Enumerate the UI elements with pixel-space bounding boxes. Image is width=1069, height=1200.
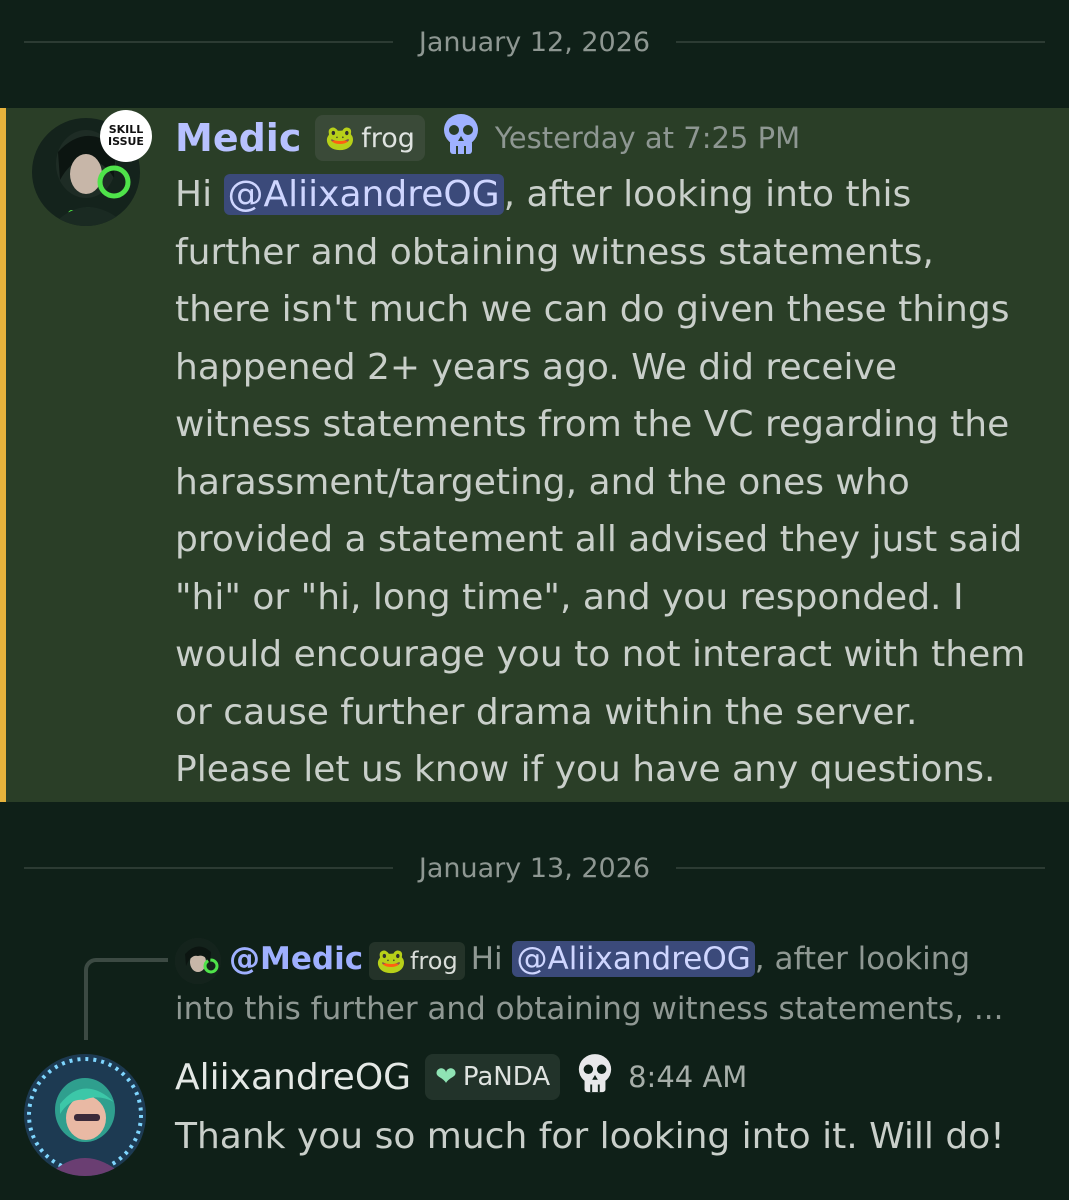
server-tag[interactable]: ❤ PaNDA bbox=[425, 1054, 561, 1100]
reply-avatar bbox=[175, 937, 221, 984]
reply-server-tag: 🐸 frog bbox=[369, 941, 465, 980]
heart-icon: ❤ bbox=[435, 1062, 457, 1092]
author-name[interactable]: Medic bbox=[175, 116, 301, 160]
message-header: AliixandreOG ❤ PaNDA 8:44 AM bbox=[175, 1050, 747, 1104]
frog-icon: 🐸 bbox=[376, 946, 406, 975]
message-line: harassment/targeting, and the ones who bbox=[175, 461, 910, 503]
reply-line: into this further and obtaining witness … bbox=[175, 991, 1004, 1027]
message-line: provided a statement all advised they ju… bbox=[175, 519, 1023, 560]
message-line: Hi @AliixandreOG, after looking into thi… bbox=[175, 174, 912, 215]
message-header: Medic 🐸 frog Yesterday at 7:25 PM bbox=[175, 110, 800, 166]
user-mention[interactable]: @AliixandreOG bbox=[223, 174, 504, 215]
reply-author[interactable]: @Medic bbox=[229, 941, 363, 977]
message-line: happened 2+ years ago. We did receive bbox=[175, 346, 897, 388]
server-tag-label: PaNDA bbox=[462, 1062, 551, 1092]
skill-issue-badge-label: SKILL ISSUE bbox=[108, 123, 144, 148]
mention-highlight-bar bbox=[0, 108, 6, 802]
message-line: witness statements from the VC regarding… bbox=[175, 404, 1010, 445]
message-content: Thank you so much for looking into it. W… bbox=[175, 1116, 1005, 1157]
message-line: or cause further drama within the server… bbox=[175, 691, 918, 733]
message-timestamp: 8:44 AM bbox=[628, 1060, 748, 1094]
message-line: Please let us know if you have any quest… bbox=[175, 749, 996, 790]
date-divider: January 12, 2026 bbox=[24, 22, 1045, 62]
date-label: January 13, 2026 bbox=[418, 852, 651, 884]
reply-user-mention[interactable]: @AliixandreOG bbox=[512, 941, 755, 977]
server-tag[interactable]: 🐸 frog bbox=[315, 115, 425, 161]
frog-icon: 🐸 bbox=[325, 124, 356, 152]
date-divider: January 13, 2026 bbox=[24, 848, 1045, 888]
message-timestamp: Yesterday at 7:25 PM bbox=[494, 121, 801, 155]
aliixandre-avatar-image bbox=[24, 1054, 146, 1176]
message-line: there isn't much we can do given these t… bbox=[175, 289, 1010, 330]
date-label: January 12, 2026 bbox=[418, 26, 651, 58]
aliixandre-avatar[interactable] bbox=[24, 1054, 146, 1176]
message-line: would encourage you to not interact with… bbox=[175, 634, 1026, 675]
skull-icon bbox=[576, 1052, 614, 1102]
message-content: Hi @AliixandreOG, after looking into thi… bbox=[175, 166, 1055, 799]
skull-icon bbox=[441, 112, 481, 164]
message-line: "hi" or "hi, long time", and you respond… bbox=[175, 576, 964, 618]
server-tag-label: frog bbox=[361, 122, 415, 154]
skill-issue-badge: SKILL ISSUE bbox=[100, 110, 152, 162]
reply-preview[interactable]: @Medic 🐸 frog Hi @AliixandreOG, after looki… bbox=[175, 934, 1045, 1034]
message-line: further and obtaining witness statements… bbox=[175, 231, 934, 273]
reply-connector bbox=[84, 958, 168, 1040]
reply-line: @Medic 🐸 frog Hi @AliixandreOG, after looki… bbox=[175, 934, 1045, 984]
author-name[interactable]: AliixandreOG bbox=[175, 1057, 411, 1098]
